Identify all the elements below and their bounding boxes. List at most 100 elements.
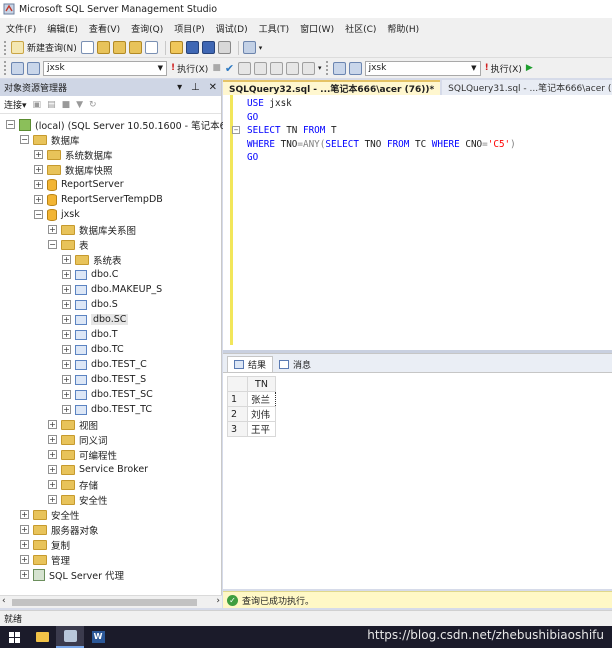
connect-icon[interactable]	[11, 61, 24, 75]
scroll-left-icon[interactable]: ‹	[2, 596, 6, 606]
menu-item-4[interactable]: 项目(P)	[174, 22, 204, 35]
tree-node[interactable]: + dbo.C	[62, 267, 118, 282]
toolbar-overflow-icon[interactable]: ▾	[259, 40, 263, 56]
activity-monitor-icon[interactable]	[242, 41, 256, 54]
expand-icon[interactable]: +	[48, 480, 57, 489]
print-icon[interactable]	[217, 41, 231, 54]
menu-item-9[interactable]: 帮助(H)	[387, 22, 419, 35]
scroll-right-icon[interactable]: ›	[216, 596, 220, 606]
database-engine-query-icon[interactable]	[96, 41, 110, 54]
expand-icon[interactable]: +	[62, 360, 71, 369]
grid-cell[interactable]: 刘伟	[247, 406, 276, 422]
xmla-query-icon[interactable]	[144, 41, 158, 54]
execute-button-right[interactable]: ! 执行(X)	[485, 60, 522, 76]
grid-cell[interactable]: 张兰	[247, 391, 276, 407]
expand-icon[interactable]: +	[34, 180, 43, 189]
collapse-icon[interactable]: −	[48, 240, 57, 249]
code-line[interactable]: GO	[247, 111, 516, 125]
row-number[interactable]: 3	[227, 421, 248, 437]
expand-icon[interactable]: +	[62, 390, 71, 399]
tree-node[interactable]: + ReportServerTempDB	[34, 192, 163, 207]
analysis-query-icon[interactable]	[112, 41, 126, 54]
expand-icon[interactable]: +	[62, 270, 71, 279]
connect-icon[interactable]	[332, 61, 346, 75]
toolbar-grip[interactable]	[4, 61, 7, 75]
tree-node[interactable]: + 存储	[48, 477, 98, 492]
tab-messages[interactable]: 消息	[273, 356, 317, 372]
available-databases-combo-right[interactable]: jxsk ▼	[364, 60, 481, 76]
comment-icon[interactable]	[302, 61, 316, 75]
expand-icon[interactable]: +	[34, 150, 43, 159]
tree-node[interactable]: + ReportServer	[34, 177, 124, 192]
open-file-icon[interactable]	[169, 41, 183, 54]
new-query-button[interactable]: 新建查询(N)	[11, 40, 77, 56]
tree-node[interactable]: + 同义词	[48, 432, 108, 447]
tab-results[interactable]: 结果	[227, 356, 274, 372]
tree-node[interactable]: + 系统表	[62, 252, 122, 267]
query-options-icon[interactable]	[254, 61, 268, 75]
expand-icon[interactable]: +	[20, 540, 29, 549]
tree-node[interactable]: + dbo.TEST_TC	[62, 402, 152, 417]
menu-item-0[interactable]: 文件(F)	[6, 22, 36, 35]
code-line[interactable]: − SELECT TN FROM T	[232, 124, 516, 138]
expand-icon[interactable]: +	[62, 285, 71, 294]
document-tab-0[interactable]: SQLQuery32.sql - ...笔记本666\acer (76))*	[223, 80, 441, 95]
menu-item-7[interactable]: 窗口(W)	[300, 22, 334, 35]
toolbar-overflow-icon[interactable]: ▾	[318, 60, 322, 76]
tree-node[interactable]: − 数据库	[20, 132, 80, 147]
toolbar-grip[interactable]	[325, 61, 329, 75]
collapse-icon[interactable]: −	[20, 135, 29, 144]
menu-item-1[interactable]: 编辑(E)	[47, 22, 78, 35]
query-editor[interactable]: USE jxsk GO − SELECT TN FROM T WHERE TNO=ANY…	[223, 95, 612, 350]
menu-item-2[interactable]: 查看(V)	[89, 22, 120, 35]
connect-server-icon[interactable]: ▣	[33, 100, 42, 110]
disconnect-icon[interactable]: ▤	[47, 100, 56, 110]
code-line[interactable]: WHERE TNO=ANY(SELECT TNO FROM TC WHERE C…	[247, 138, 516, 152]
change-connection-icon[interactable]	[27, 61, 40, 75]
expand-icon[interactable]: +	[48, 465, 57, 474]
parse-checkmark-icon[interactable]: ✔	[225, 60, 234, 76]
expand-icon[interactable]: +	[48, 450, 57, 459]
tree-node[interactable]: − (local) (SQL Server 10.50.1600 - 笔记本666…	[6, 117, 241, 132]
collapse-icon[interactable]: −	[34, 210, 43, 219]
row-number-header[interactable]	[227, 376, 248, 392]
ssms-taskbar-button[interactable]	[56, 626, 84, 648]
filter-icon[interactable]: ▼	[76, 100, 83, 110]
grid-cell[interactable]: 王平	[247, 421, 276, 437]
debug-play-icon[interactable]: ▶	[526, 60, 533, 76]
close-icon[interactable]: ✕	[209, 82, 217, 93]
expand-icon[interactable]: +	[34, 165, 43, 174]
tree-node[interactable]: + dbo.MAKEUP_S	[62, 282, 162, 297]
tree-node[interactable]: + dbo.TEST_S	[62, 372, 146, 387]
expand-icon[interactable]: +	[20, 570, 29, 579]
expand-icon[interactable]: +	[48, 420, 57, 429]
change-connection-icon[interactable]	[348, 61, 362, 75]
fold-collapse-icon[interactable]: −	[232, 126, 240, 135]
tree-node[interactable]: + 系统数据库	[34, 147, 113, 162]
table-row[interactable]: 2 刘伟	[227, 406, 276, 422]
tree-node[interactable]: + 数据库关系图	[48, 222, 136, 237]
query-text[interactable]: USE jxsk GO − SELECT TN FROM T WHERE TNO=ANY…	[232, 97, 516, 165]
table-row[interactable]: 1 张兰	[227, 391, 276, 407]
tree-node[interactable]: + dbo.TEST_SC	[62, 387, 153, 402]
expand-icon[interactable]: +	[20, 510, 29, 519]
tree-node[interactable]: + dbo.TC	[62, 342, 124, 357]
menu-item-6[interactable]: 工具(T)	[259, 22, 290, 35]
tree-node[interactable]: − 表	[48, 237, 89, 252]
horizontal-scrollbar[interactable]: ‹ ›	[0, 595, 222, 608]
connect-dropdown[interactable]: 连接▾	[4, 98, 27, 111]
expand-icon[interactable]: +	[48, 435, 57, 444]
tree-node[interactable]: + 视图	[48, 417, 98, 432]
word-taskbar-button[interactable]: W	[84, 626, 112, 648]
tree-node[interactable]: + SQL Server 代理	[20, 567, 124, 582]
file-explorer-taskbar-button[interactable]	[28, 626, 56, 648]
tree-node[interactable]: + dbo.SC	[62, 312, 129, 327]
expand-icon[interactable]: +	[62, 255, 71, 264]
expand-icon[interactable]: +	[62, 315, 71, 324]
refresh-icon[interactable]: ↻	[89, 100, 97, 110]
save-all-icon[interactable]	[201, 41, 215, 54]
table-row[interactable]: 3 王平	[227, 421, 276, 437]
stop-icon[interactable]: ■	[62, 100, 71, 110]
toolbar-grip[interactable]	[4, 40, 7, 55]
new-file-icon[interactable]	[80, 41, 94, 54]
